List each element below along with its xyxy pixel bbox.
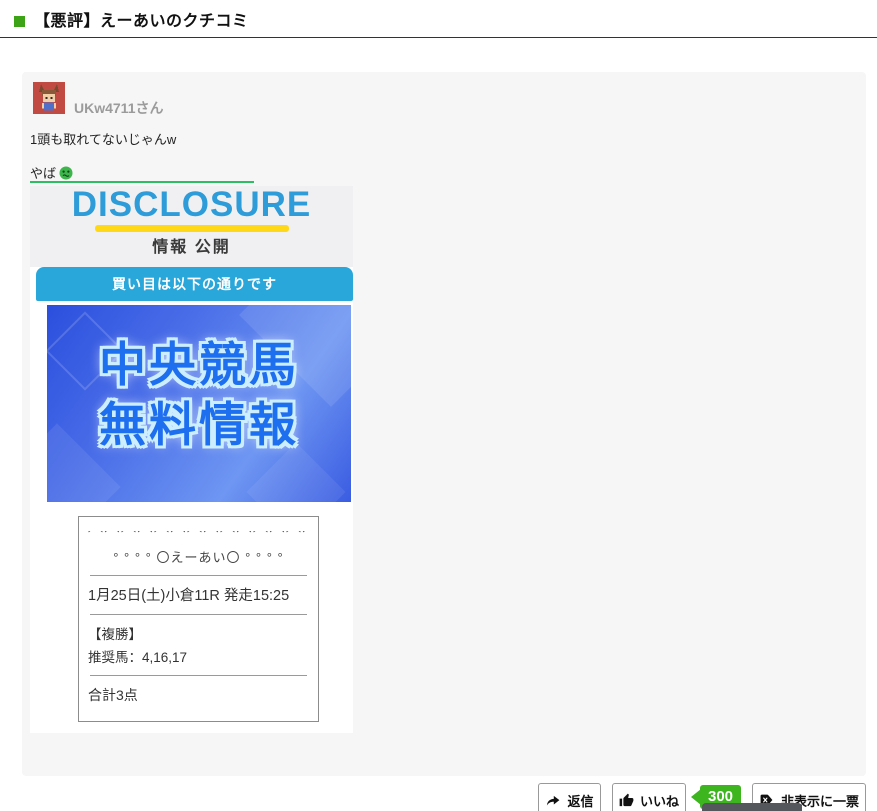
nauseated-face-emoji-icon bbox=[59, 166, 73, 180]
comment-username: UKw4711さん bbox=[74, 98, 163, 118]
page-title: 【悪評】えーあいのクチコミ bbox=[34, 7, 249, 31]
promo-line1: 中央競馬 bbox=[47, 335, 351, 395]
comment-text-line2-word: やば bbox=[30, 163, 56, 182]
attachment-headline: DISCLOSURE bbox=[30, 183, 353, 227]
tooltip-partial bbox=[702, 803, 802, 811]
ticket-recommended-horses: 推奨馬：4,16,17 bbox=[88, 646, 309, 666]
reply-button-label: 返信 bbox=[567, 791, 593, 810]
reply-button[interactable]: 返信 bbox=[538, 783, 601, 811]
ticket-title: ° ° ° ° 〇えーあい〇 ° ° ° ° bbox=[88, 547, 309, 566]
bet-ticket: ⌒⌒⌒⌒⌒⌒⌒⌒⌒⌒⌒⌒⌒⌒⌒ ° ° ° ° 〇えーあい〇 ° ° ° ° 1… bbox=[78, 516, 319, 722]
attachment-subheadline: 情報 公開 bbox=[30, 233, 353, 257]
ticket-scallop-border: ⌒⌒⌒⌒⌒⌒⌒⌒⌒⌒⌒⌒⌒⌒⌒ bbox=[88, 531, 309, 542]
like-button-label: いいね bbox=[640, 791, 679, 810]
promo-text: 中央競馬 無料情報 bbox=[47, 305, 351, 455]
review-page: 【悪評】えーあいのクチコミ UKw4711さん 1頭も取れてないじゃんw やば bbox=[0, 0, 877, 811]
attached-image[interactable]: DISCLOSURE 情報 公開 買い目は以下の通りです 中央競馬 無料情報 ⌒… bbox=[30, 186, 353, 733]
ticket-race-info: 1月25日(土)小倉11R 発走15:25 bbox=[88, 584, 309, 605]
promo-line2: 無料情報 bbox=[47, 395, 351, 455]
comment-card: UKw4711さん 1頭も取れてないじゃんw やば DISCLOSURE 情報 … bbox=[22, 72, 866, 776]
bets-banner: 買い目は以下の通りです bbox=[36, 267, 353, 301]
attachment-header: DISCLOSURE 情報 公開 bbox=[30, 186, 353, 267]
like-button[interactable]: いいね bbox=[612, 783, 686, 811]
thumbs-up-icon bbox=[619, 793, 634, 808]
ticket-bet-type: 【複勝】 bbox=[88, 623, 309, 643]
ticket-total-points: 合計3点 bbox=[88, 685, 309, 705]
attachment-body: 中央競馬 無料情報 ⌒⌒⌒⌒⌒⌒⌒⌒⌒⌒⌒⌒⌒⌒⌒ ° ° ° ° 〇えーあい〇… bbox=[30, 301, 353, 733]
promo-image: 中央競馬 無料情報 bbox=[47, 305, 351, 502]
header-divider bbox=[0, 37, 877, 38]
comment-text-line2: やば bbox=[30, 163, 73, 182]
ticket-divider bbox=[90, 614, 307, 615]
comment-text-line1: 1頭も取れてないじゃんw bbox=[30, 129, 176, 148]
reply-arrow-icon bbox=[545, 794, 561, 807]
ticket-divider bbox=[90, 575, 307, 576]
avatar[interactable] bbox=[33, 82, 65, 114]
green-bullet-icon bbox=[14, 16, 25, 27]
ticket-divider bbox=[90, 675, 307, 676]
